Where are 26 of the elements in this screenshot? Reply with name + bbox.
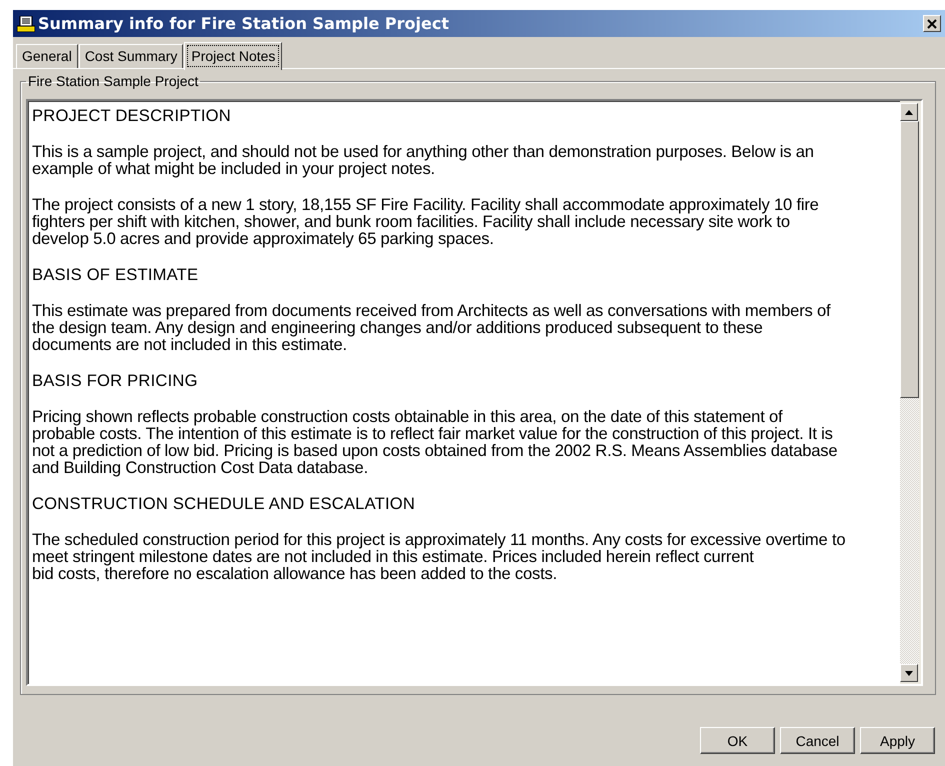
dialog-button[interactable]: Apply	[860, 727, 935, 754]
section-heading: BASIS OF ESTIMATE	[32, 266, 200, 283]
up-arrow-icon	[905, 110, 913, 114]
section-heading: CONSTRUCTION SCHEDULE AND ESCALATION	[32, 495, 416, 512]
close-button[interactable]	[923, 15, 941, 32]
tab[interactable]: General	[16, 44, 78, 68]
paragraph: This estimate was prepared from documents received from Architects as well as conversations with members of the design team. Any design and engineering changes and/or additions produced subsequent to these documents are not included in this estimate.	[32, 302, 832, 353]
dialog-button[interactable]: Cancel	[780, 727, 855, 754]
section-heading: BASIS FOR PRICING	[32, 372, 199, 389]
tab[interactable]: Cost Summary	[78, 44, 184, 68]
paragraph: The project consists of a new 1 story, 18,155 SF Fire Facility. Facility shall accommodate approximately 10 fire fighters per shift with kitchen, shower, and bunk room facilities. Facility shall include necessary site work to develop 5.0 acres and provide approximately 65 parking spaces.	[32, 196, 820, 247]
section-heading: PROJECT DESCRIPTION	[32, 107, 232, 124]
tab[interactable]: Project Notes	[184, 42, 282, 70]
paragraph: The scheduled construction period for this project is approximately 11 months. Any costs for excessive overtime to meet stringent milestone dates are not included in this estimate. Prices included herein reflect current bid costs, therefore no escalation allowance has been added to the costs.	[32, 531, 846, 582]
down-arrow-icon	[905, 670, 913, 676]
paragraph: This is a sample project, and should not be used for anything other than demonstration purposes. Below is an example of what might be included in your project notes.	[32, 143, 815, 177]
scrollbar[interactable]	[900, 101, 921, 684]
window-title: Summary info for Fire Station Sample Project	[38, 14, 450, 33]
scroll-thumb[interactable]	[900, 121, 919, 398]
scroll-down-button[interactable]	[900, 664, 918, 682]
dialog-button[interactable]: OK	[700, 727, 775, 754]
close-icon	[927, 18, 937, 28]
paragraph: Pricing shown reflects probable construction costs obtainable in this area, on the date of this statement of probable costs. The intention of this estimate is to reflect fair market value for the construction of this project. It is not a prediction of low bid. Pricing is based upon costs obtained from the 2002 R.S. Means Assemblies database and Building Construction Cost Data database.	[32, 408, 838, 476]
scroll-up-button[interactable]	[900, 103, 918, 121]
notes-icon	[17, 16, 35, 32]
group-label: Fire Station Sample Project	[27, 73, 200, 89]
